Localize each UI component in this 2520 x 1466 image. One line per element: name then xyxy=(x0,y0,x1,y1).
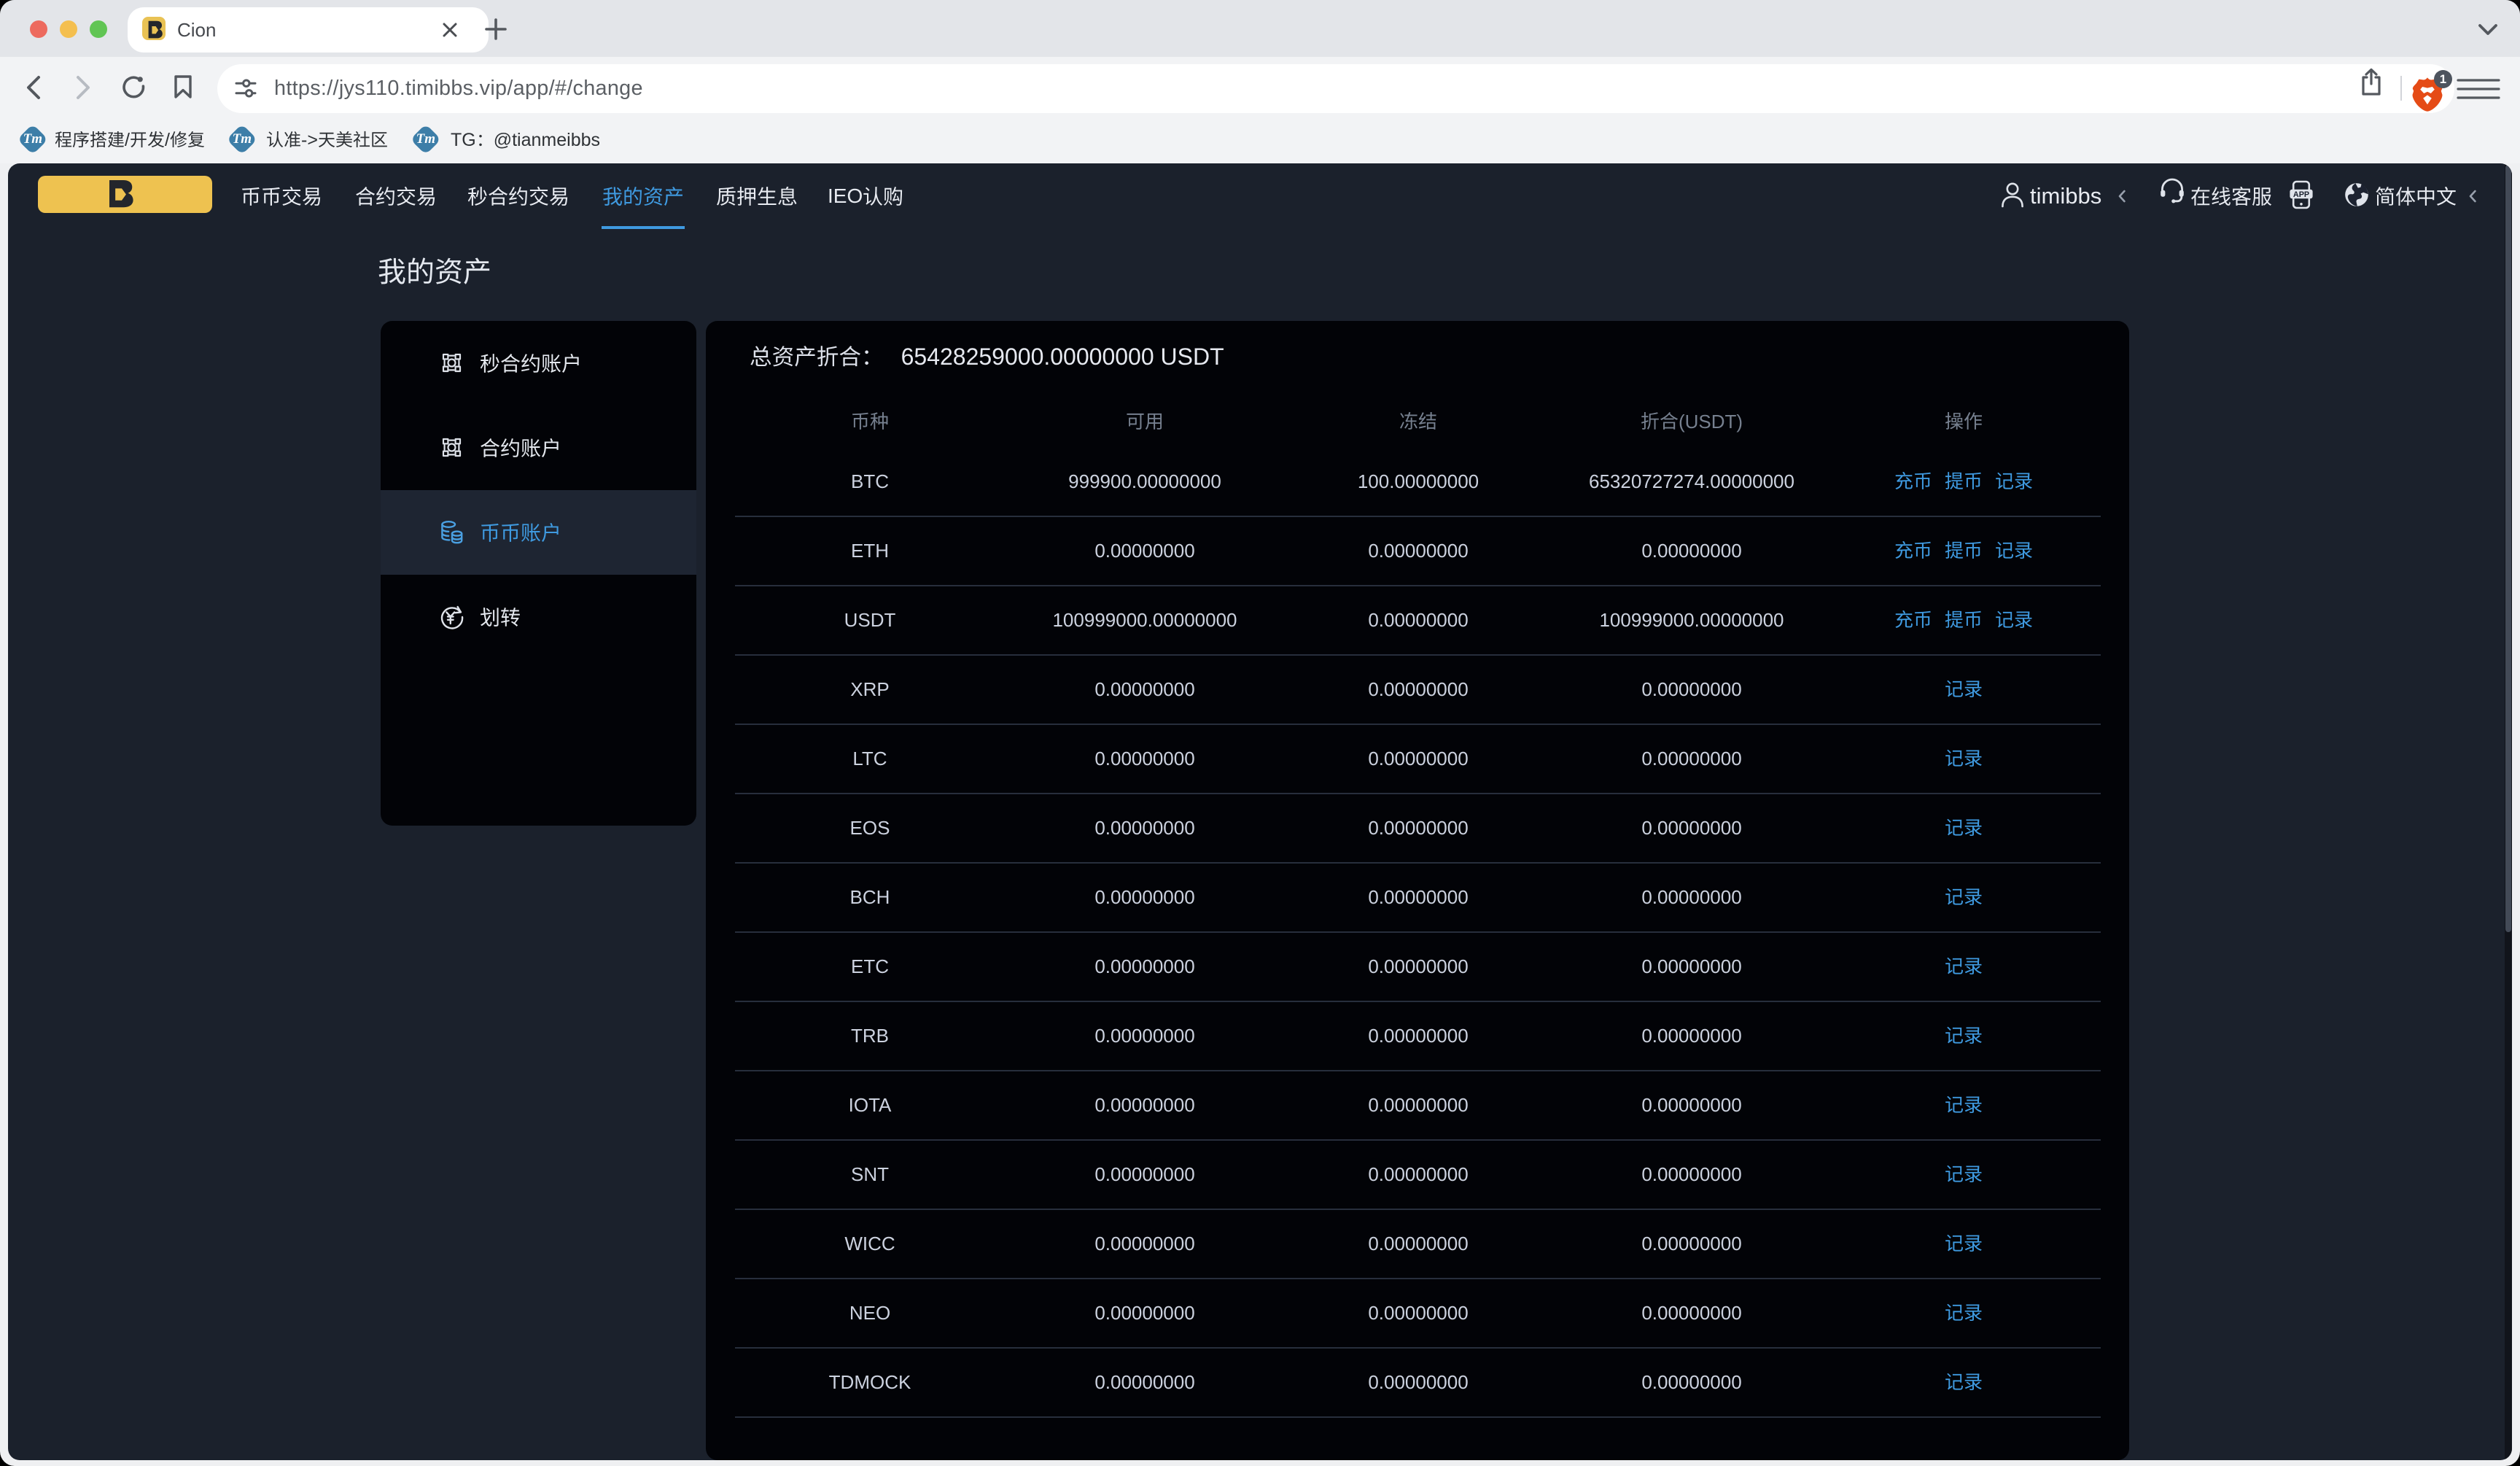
svg-text:APP: APP xyxy=(2293,190,2309,199)
